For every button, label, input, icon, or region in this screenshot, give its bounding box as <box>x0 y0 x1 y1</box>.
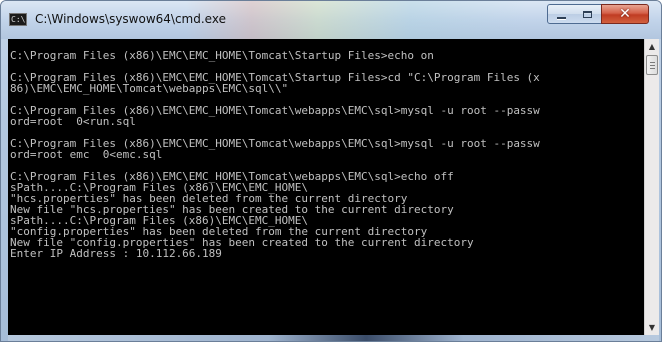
grip-line <box>650 62 655 63</box>
console-line: C:\Program Files (x86)\EMC\EMC_HOME\Tomc… <box>10 49 434 62</box>
scrollbar-thumb[interactable] <box>646 55 658 75</box>
cmd-icon-text: C:\ <box>11 15 26 24</box>
grip-line <box>650 68 655 69</box>
minimize-icon <box>556 16 566 19</box>
minimize-button[interactable] <box>547 4 575 24</box>
close-button[interactable]: ✕ <box>601 4 649 24</box>
console-output[interactable]: C:\Program Files (x86)\EMC\EMC_HOME\Tomc… <box>8 39 644 335</box>
scroll-up-arrow-icon[interactable]: ▲ <box>645 39 659 54</box>
vertical-scrollbar[interactable]: ▲ ▼ <box>644 39 659 335</box>
console-line: Enter IP Address : 10.112.66.189 <box>10 247 222 260</box>
cmd-console-icon[interactable]: C:\ <box>9 13 27 26</box>
title-bar[interactable]: C:\ C:\Windows\syswow64\cmd.exe ✕ <box>1 1 661 39</box>
maximize-button[interactable] <box>574 4 601 24</box>
scroll-down-arrow-icon[interactable]: ▼ <box>645 320 659 335</box>
cmd-window: C:\ C:\Windows\syswow64\cmd.exe ✕ C:\Pro… <box>0 0 662 342</box>
console-line: 86)\EMC\EMC_HOME\Tomcat\webapps\EMC\sql\… <box>10 82 289 95</box>
window-bottom-frame <box>8 335 659 341</box>
grip-line <box>650 65 655 66</box>
window-title: C:\Windows\syswow64\cmd.exe <box>35 12 226 26</box>
close-icon: ✕ <box>619 6 631 22</box>
console-line: ord=root 0<run.sql <box>10 115 136 128</box>
maximize-icon <box>583 10 592 18</box>
console-line: ord=root emc 0<emc.sql <box>10 148 163 161</box>
